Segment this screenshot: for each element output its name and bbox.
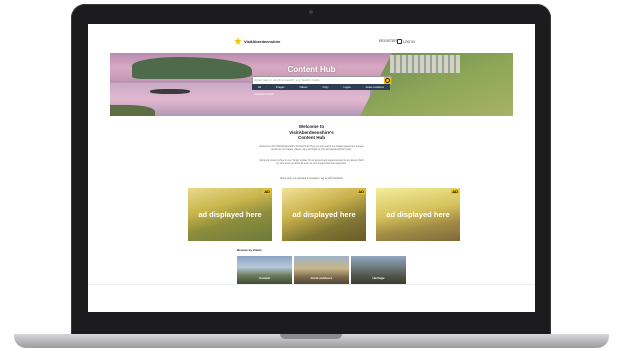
site-logo[interactable]: VisitAberdeenshire	[234, 37, 280, 45]
theme-card-coastal[interactable]: Coastal	[237, 256, 292, 284]
search-icon	[385, 78, 390, 83]
star-logo-icon	[234, 37, 242, 45]
usage-paragraph: Using our content is free to use. Simply…	[259, 160, 364, 166]
search-input[interactable]: Enter tags or words to search, e.g. beac…	[255, 78, 319, 82]
filter-all[interactable]: All	[258, 86, 261, 89]
theme-card-heritage[interactable]: Heritage	[351, 256, 406, 284]
filter-images[interactable]: Images	[276, 86, 285, 89]
site-header: VisitAberdeenshire REGISTER LOG IN	[88, 24, 535, 52]
ad-card[interactable]: AD ad displayed here	[188, 188, 272, 241]
ad-text: ad displayed here	[198, 210, 262, 219]
theme-card-label: Coastal	[259, 276, 270, 280]
filter-asset-locations[interactable]: Asset Locations	[366, 86, 384, 89]
hero-banner: Content Hub Enter tags or words to searc…	[110, 53, 513, 116]
login-link[interactable]: LOG IN	[397, 39, 415, 44]
ad-badge: AD	[451, 189, 459, 194]
filter-bar: All Images Videos Copy Logos Asset Locat…	[252, 84, 390, 90]
login-label: LOG IN	[403, 39, 415, 44]
hero-title: Content Hub	[287, 65, 336, 74]
share-paragraph: Share what you uploaded to Instagram, ta…	[280, 178, 343, 180]
ad-text: ad displayed here	[292, 210, 356, 219]
ad-badge: AD	[357, 189, 365, 194]
advanced-search-link[interactable]: Advanced search	[254, 93, 274, 96]
search-button[interactable]	[384, 77, 391, 84]
browse-by-theme-label: Browse by theme	[237, 248, 262, 252]
theme-card-great-outdoors[interactable]: Great outdoors	[294, 256, 349, 284]
lock-icon	[397, 39, 402, 44]
webcam-icon	[309, 10, 313, 14]
logo-text: VisitAberdeenshire	[244, 38, 281, 44]
ad-text: ad displayed here	[386, 210, 450, 219]
filter-videos[interactable]: Videos	[300, 86, 308, 89]
grass-image	[110, 105, 155, 116]
page-footer-area	[88, 284, 535, 312]
ad-badge: AD	[263, 189, 271, 194]
laptop-screen: VisitAberdeenshire REGISTER LOG IN Conte…	[88, 24, 535, 312]
filter-logos[interactable]: Logos	[344, 86, 351, 89]
rocks-image	[150, 89, 190, 94]
theme-card-label: Great outdoors	[310, 276, 333, 280]
laptop-notch	[280, 334, 342, 339]
intro-paragraph: Welcome to the VisitAberdeenshire Conten…	[259, 146, 364, 152]
ad-card[interactable]: AD ad displayed here	[282, 188, 366, 241]
ad-card[interactable]: AD ad displayed here	[376, 188, 460, 241]
register-link[interactable]: REGISTER	[379, 39, 397, 43]
welcome-heading: Welcome to VisitAberdeenshire's Content …	[88, 124, 535, 141]
filter-copy[interactable]: Copy	[322, 86, 328, 89]
theme-card-label: Heritage	[372, 276, 385, 280]
welcome-line-3: Content Hub	[298, 135, 325, 140]
